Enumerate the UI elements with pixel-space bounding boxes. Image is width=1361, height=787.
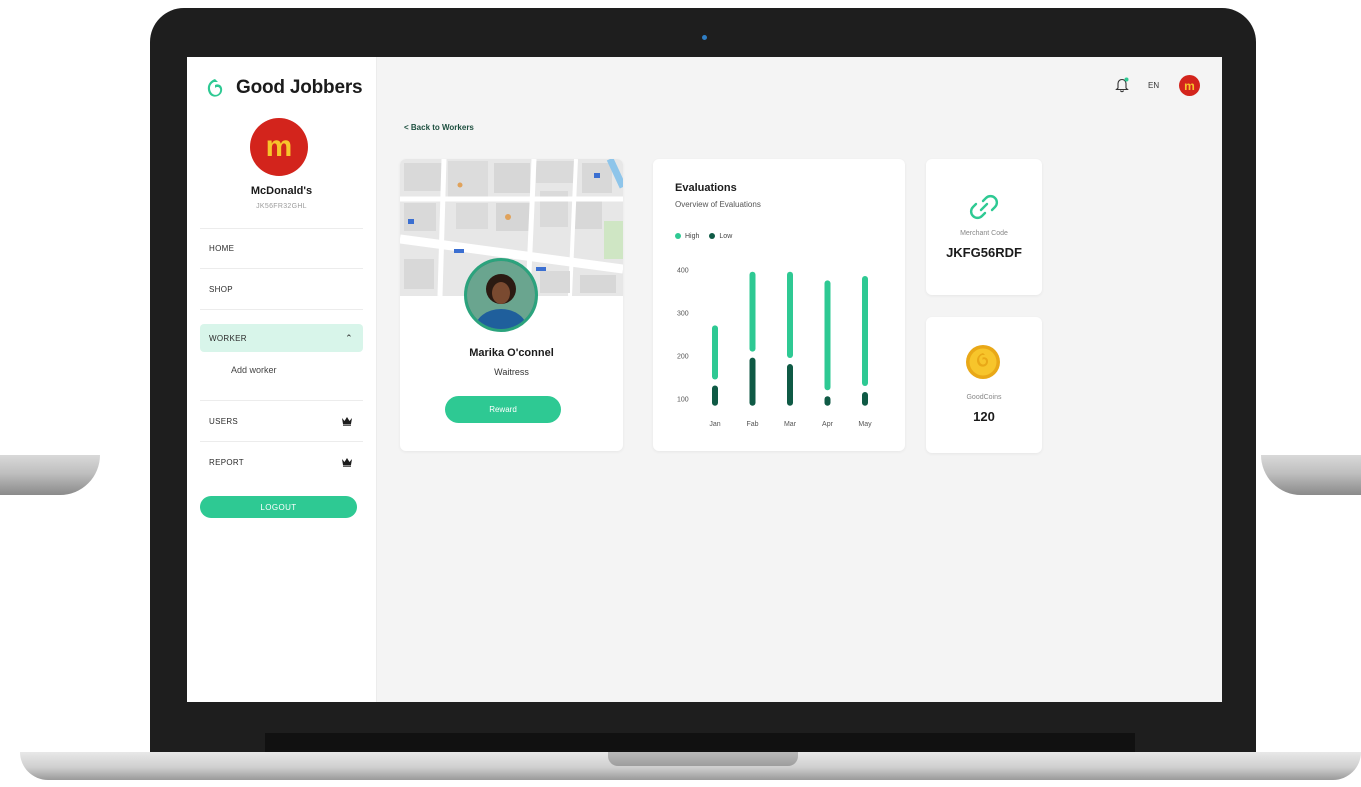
bar-high[interactable] [749, 271, 756, 352]
goodcoins-value: 120 [973, 409, 995, 424]
sidebar-item-report[interactable]: REPORT [200, 448, 363, 476]
app-screen: Good Jobbers m McDonald's JK56FR32GHL HO… [187, 57, 1222, 702]
brand-name: Good Jobbers [236, 77, 363, 98]
chart-subtitle: Overview of Evaluations [675, 200, 761, 209]
sidebar-item-worker[interactable]: WORKER ⌃ [200, 324, 363, 352]
notification-bell-icon[interactable] [1115, 77, 1129, 93]
chart-title: Evaluations [675, 182, 737, 194]
sidebar-item-label: REPORT [209, 457, 244, 467]
merchant-name: McDonald's [250, 185, 313, 197]
sidebar-item-users[interactable]: USERS [200, 407, 363, 435]
bar-high[interactable] [824, 280, 831, 391]
bar-high[interactable] [862, 276, 868, 386]
goodcoin-icon [966, 345, 1000, 379]
evaluations-chart: 100 200 300 400 Jan Fab Mar Apr May [677, 268, 872, 428]
brand[interactable]: Good Jobbers [207, 77, 363, 99]
back-to-workers-link[interactable]: < Back to Workers [404, 123, 474, 132]
y-tick-label: 300 [677, 311, 689, 318]
legend-item-low[interactable]: Low [709, 233, 732, 240]
merchant-id: JK56FR32GHL [256, 203, 307, 210]
y-tick-label: 100 [677, 396, 689, 403]
divider [200, 268, 363, 269]
laptop-reflection-right [1261, 455, 1361, 495]
logout-button[interactable]: LOGOUT [200, 496, 357, 518]
laptop-reflection-left [0, 455, 100, 495]
evaluations-card: Evaluations Overview of Evaluations High… [653, 159, 905, 451]
user-avatar[interactable]: m [1179, 75, 1200, 96]
sidebar-item-shop[interactable]: SHOP [200, 275, 363, 303]
sidebar-item-home[interactable]: HOME [200, 234, 363, 262]
sidebar-item-label: WORKER [209, 333, 247, 343]
divider [200, 400, 363, 401]
x-tick-label: May [858, 421, 872, 428]
worker-portrait-icon [467, 261, 535, 329]
crown-icon [342, 417, 352, 426]
language-selector[interactable]: EN [1148, 81, 1159, 90]
crown-icon [342, 458, 352, 467]
goodcoins-label: GoodCoins [966, 394, 1002, 401]
bar-low[interactable] [787, 364, 793, 406]
sidebar-item-label: USERS [209, 416, 239, 426]
x-tick-label: Apr [822, 421, 834, 428]
y-tick-label: 200 [677, 353, 689, 360]
sidebar-item-label: SHOP [209, 284, 233, 294]
merchant-code-value: JKFG56RDF [946, 245, 1022, 260]
merchant-logo: m [250, 118, 308, 176]
bar-high[interactable] [712, 325, 718, 380]
merchant-code-card: Merchant Code JKFG56RDF [926, 159, 1042, 295]
x-tick-label: Jan [709, 421, 720, 428]
sidebar-item-label: HOME [209, 243, 235, 253]
sidebar: Good Jobbers m McDonald's JK56FR32GHL HO… [187, 57, 377, 702]
chevron-up-icon[interactable]: ⌃ [345, 333, 353, 344]
worker-avatar [464, 258, 538, 332]
legend-dot-icon [709, 233, 716, 240]
divider [200, 441, 363, 442]
laptop-notch [608, 752, 798, 766]
worker-role: Waitress [494, 367, 529, 377]
legend-dot-icon [675, 233, 681, 240]
worker-profile-card: Marika O'connel Waitress Reward [400, 159, 623, 451]
chart-legend: High Low [675, 233, 732, 240]
x-tick-label: Mar [784, 421, 797, 428]
good-jobbers-logo-icon [207, 79, 223, 97]
reward-button[interactable]: Reward [445, 396, 561, 423]
goodcoins-card: GoodCoins 120 [926, 317, 1042, 453]
link-icon[interactable] [969, 192, 999, 222]
bar-low[interactable] [862, 391, 868, 406]
divider [200, 228, 363, 229]
bar-high[interactable] [787, 271, 793, 359]
merchant-code-label: Merchant Code [960, 230, 1008, 237]
y-tick-label: 400 [677, 268, 689, 275]
divider [200, 309, 363, 310]
worker-name: Marika O'connel [469, 347, 554, 359]
legend-item-high[interactable]: High [675, 233, 699, 240]
bar-low[interactable] [712, 385, 718, 406]
x-tick-label: Fab [746, 421, 758, 428]
camera-icon [702, 35, 707, 40]
sidebar-subitem-add-worker[interactable]: Add worker [231, 365, 277, 375]
bar-low[interactable] [824, 396, 831, 406]
bar-low[interactable] [749, 357, 756, 406]
